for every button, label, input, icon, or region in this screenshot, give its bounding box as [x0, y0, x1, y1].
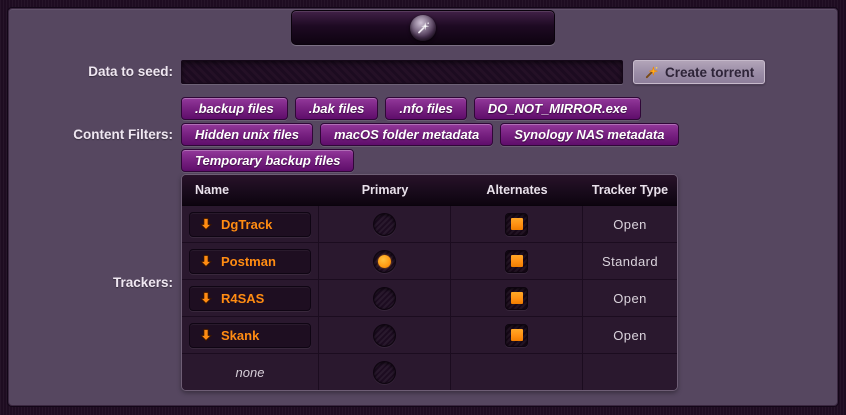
filter-chip[interactable]: Temporary backup files — [181, 149, 354, 172]
magic-wand-icon — [644, 65, 659, 80]
primary-radio[interactable] — [373, 324, 396, 347]
create-torrent-label: Create torrent — [665, 65, 754, 80]
alternates-checkbox[interactable] — [505, 213, 528, 236]
table-row: Skank Open — [182, 317, 677, 354]
filter-chip[interactable]: .nfo files — [385, 97, 466, 120]
filter-chip[interactable]: DO_NOT_MIRROR.exe — [474, 97, 641, 120]
filter-chip[interactable]: Hidden unix files — [181, 123, 313, 146]
filter-chip[interactable]: Synology NAS metadata — [500, 123, 678, 146]
magic-wand-sphere-icon — [410, 15, 436, 41]
data-to-seed-label: Data to seed: — [9, 60, 173, 84]
alternates-checkbox[interactable] — [505, 324, 528, 347]
tracker-name-label: R4SAS — [221, 291, 264, 306]
filter-chip[interactable]: .backup files — [181, 97, 288, 120]
data-to-seed-row: Data to seed: Create torrent — [9, 60, 837, 84]
tracker-type-value: Open — [613, 291, 646, 306]
column-header-alternates: Alternates — [451, 183, 583, 197]
tracker-type-value: Standard — [602, 254, 658, 269]
main-panel: Data to seed: Create torrent Content Fil… — [8, 8, 838, 406]
down-arrow-icon — [199, 217, 213, 231]
trackers-table-header: Name Primary Alternates Tracker Type — [182, 175, 677, 206]
tracker-type-value: Open — [613, 328, 646, 343]
tab-create-wizard[interactable] — [291, 10, 555, 45]
down-arrow-icon — [199, 328, 213, 342]
table-row: none — [182, 354, 677, 390]
create-torrent-button[interactable]: Create torrent — [633, 60, 765, 84]
filter-chip[interactable]: .bak files — [295, 97, 379, 120]
tracker-name-button[interactable]: Postman — [189, 249, 311, 274]
column-header-name: Name — [182, 183, 319, 197]
primary-radio[interactable] — [373, 287, 396, 310]
primary-radio[interactable] — [373, 213, 396, 236]
tracker-name-label: DgTrack — [221, 217, 272, 232]
table-row: DgTrack Open — [182, 206, 677, 243]
table-row: Postman Standard — [182, 243, 677, 280]
alternates-checkbox[interactable] — [505, 250, 528, 273]
down-arrow-icon — [199, 254, 213, 268]
table-row: R4SAS Open — [182, 280, 677, 317]
primary-radio[interactable] — [373, 361, 396, 384]
data-to-seed-input[interactable] — [181, 60, 623, 84]
tracker-name-button[interactable]: DgTrack — [189, 212, 311, 237]
tracker-name-label: Skank — [221, 328, 259, 343]
tracker-name-button[interactable]: R4SAS — [189, 286, 311, 311]
filter-chip[interactable]: macOS folder metadata — [320, 123, 493, 146]
content-filters-label: Content Filters: — [9, 127, 173, 142]
torrent-creator-window: { "window": { "tab_icon": "magic-wand-sp… — [0, 0, 846, 415]
tracker-type-value: Open — [613, 217, 646, 232]
primary-radio[interactable] — [373, 250, 396, 273]
trackers-table: Name Primary Alternates Tracker Type DgT… — [181, 174, 678, 391]
content-filters-row: Content Filters: .backup files .bak file… — [9, 97, 837, 172]
tracker-name-button[interactable]: Skank — [189, 323, 311, 348]
tracker-name-label: Postman — [221, 254, 276, 269]
trackers-row: Trackers: Name Primary Alternates Tracke… — [9, 174, 837, 391]
column-header-primary: Primary — [319, 183, 451, 197]
tracker-name-none: none — [189, 365, 311, 380]
column-header-tracker-type: Tracker Type — [583, 183, 677, 197]
down-arrow-icon — [199, 291, 213, 305]
alternates-checkbox[interactable] — [505, 287, 528, 310]
trackers-label: Trackers: — [9, 275, 173, 290]
